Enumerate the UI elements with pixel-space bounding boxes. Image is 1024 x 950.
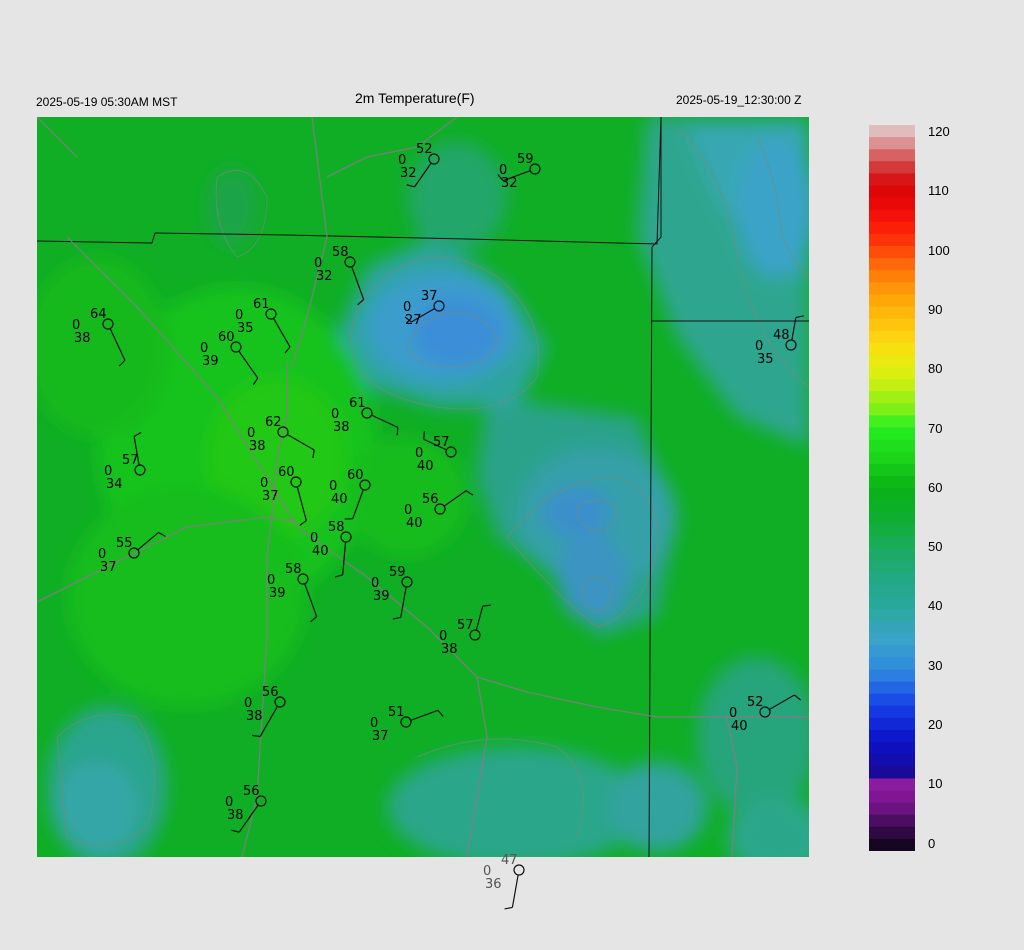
colorbar-segment bbox=[869, 342, 915, 356]
colorbar-segment bbox=[869, 730, 915, 743]
colorbar-segment bbox=[869, 669, 915, 683]
colorbar-segment bbox=[869, 657, 915, 671]
colorbar-segment bbox=[869, 560, 915, 574]
colorbar-segment bbox=[869, 403, 915, 416]
local-time-label: 2025-05-19 05:30AM MST bbox=[36, 95, 178, 109]
station-circle bbox=[513, 864, 525, 876]
colorbar-tick-label: 30 bbox=[928, 657, 943, 673]
colorbar-segment bbox=[869, 633, 915, 646]
colorbar-segment bbox=[869, 149, 915, 162]
colorbar-segment bbox=[869, 137, 915, 150]
map-title: 2m Temperature(F) bbox=[355, 90, 475, 106]
colorbar-segment bbox=[869, 415, 915, 429]
colorbar-segment bbox=[869, 475, 915, 489]
colorbar-segment bbox=[869, 778, 915, 792]
colorbar-tick-label: 60 bbox=[928, 479, 943, 495]
colorbar-segment bbox=[869, 717, 915, 731]
colorbar-segment bbox=[869, 742, 915, 755]
colorbar-segment bbox=[869, 500, 915, 513]
colorbar-segment bbox=[869, 548, 915, 562]
colorbar-tick-label: 50 bbox=[928, 539, 943, 555]
colorbar-segment bbox=[869, 790, 915, 804]
colorbar-segment bbox=[869, 270, 915, 283]
station-plot: 47036 bbox=[483, 853, 525, 910]
colorbar-segment bbox=[869, 258, 915, 271]
wind-barb-feather bbox=[504, 906, 513, 910]
colorbar-segment bbox=[869, 367, 915, 380]
colorbar-segment bbox=[869, 379, 915, 392]
colorbar-tick-label: 10 bbox=[928, 776, 943, 792]
colorbar-segment bbox=[869, 826, 915, 840]
valid-time-label: 2025-05-19_12:30:00 Z bbox=[676, 93, 802, 107]
colorbar-segment bbox=[869, 209, 915, 223]
colorbar-segment bbox=[869, 609, 915, 622]
colorbar-segment bbox=[869, 766, 915, 779]
colorbar-tick-label: 120 bbox=[928, 124, 950, 139]
colorbar-segment bbox=[869, 451, 915, 465]
colorbar-segment bbox=[869, 233, 915, 247]
colorbar-segment bbox=[869, 524, 915, 537]
colorbar-tick-label: 70 bbox=[928, 420, 943, 436]
colorbar-segment bbox=[869, 318, 915, 332]
colorbar-segment bbox=[869, 391, 915, 404]
wind-barb-shaft bbox=[511, 874, 519, 908]
colorbar-segment bbox=[869, 282, 915, 295]
colorbar-tick-label: 100 bbox=[928, 242, 950, 258]
colorbar-segment bbox=[869, 197, 915, 211]
colorbar-segment bbox=[869, 512, 915, 525]
colorbar-tick-label: 110 bbox=[928, 183, 949, 199]
colorbar-segment bbox=[869, 645, 915, 658]
colorbar-segment bbox=[869, 161, 915, 174]
colorbar-segment bbox=[869, 221, 915, 235]
colorbar-tick-label: 90 bbox=[928, 301, 943, 317]
colorbar-tick-label: 20 bbox=[928, 717, 943, 732]
colorbar-segment bbox=[869, 125, 915, 138]
colorbar-segment bbox=[869, 754, 915, 767]
colorbar-segment bbox=[869, 463, 915, 477]
station-pressure: 0 bbox=[483, 864, 491, 879]
colorbar-segment bbox=[869, 584, 915, 598]
temperature-map bbox=[37, 117, 809, 857]
colorbar-segment bbox=[869, 681, 915, 695]
colorbar-segment bbox=[869, 185, 915, 199]
colorbar-segment bbox=[869, 306, 915, 320]
colorbar-segment bbox=[869, 838, 915, 851]
colorbar-tick-label: 40 bbox=[928, 598, 943, 614]
colorbar-segment bbox=[869, 596, 915, 610]
colorbar-segment bbox=[869, 488, 915, 501]
temperature-colorbar bbox=[869, 125, 915, 851]
colorbar-segment bbox=[869, 427, 915, 441]
colorbar-segment bbox=[869, 439, 915, 453]
colorbar-segment bbox=[869, 802, 915, 816]
colorbar-segment bbox=[869, 572, 915, 586]
colorbar-segment bbox=[869, 705, 915, 719]
colorbar-segment bbox=[869, 294, 915, 308]
colorbar-segment bbox=[869, 330, 915, 344]
colorbar-segment bbox=[869, 814, 915, 828]
station-dewpoint: 36 bbox=[485, 877, 502, 892]
colorbar-segment bbox=[869, 693, 915, 707]
colorbar-segment bbox=[869, 621, 915, 634]
colorbar-segment bbox=[869, 173, 915, 187]
colorbar-tick-label: 80 bbox=[928, 361, 943, 377]
colorbar-segment bbox=[869, 354, 915, 368]
colorbar-segment bbox=[869, 536, 915, 550]
colorbar-segment bbox=[869, 246, 915, 259]
colorbar-tick-label: 0 bbox=[928, 835, 936, 851]
